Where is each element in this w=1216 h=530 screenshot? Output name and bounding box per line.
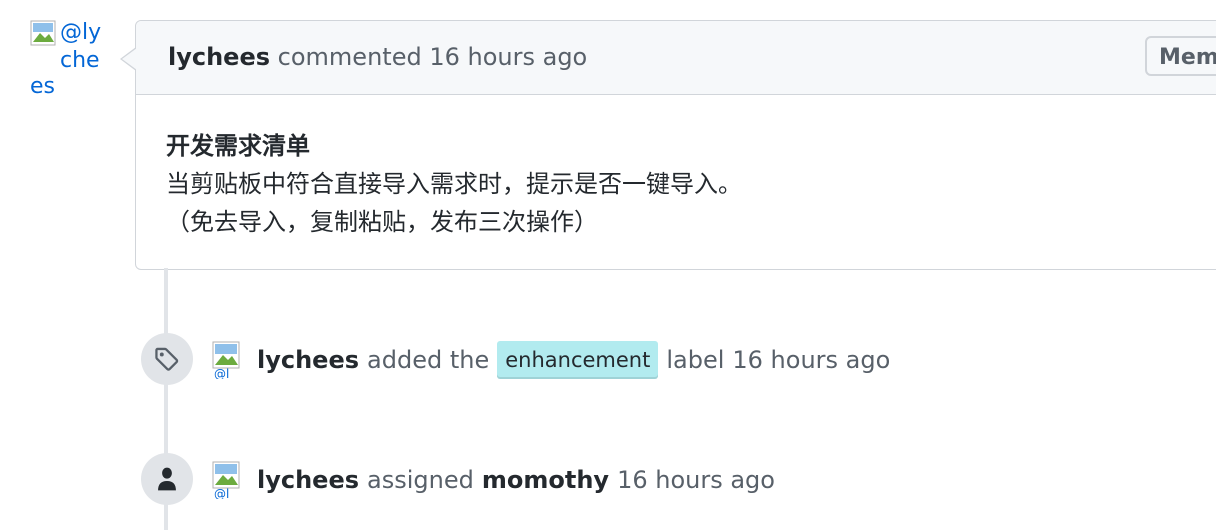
label-event-badge [141,333,193,385]
event-timestamp[interactable]: 16 hours ago [732,346,890,374]
assign-event-badge [141,453,193,505]
tag-icon [155,347,179,371]
person-icon [158,467,176,491]
event-actor-link[interactable]: lychees [257,466,359,494]
comment-body: 开发需求清单 当剪贴板中符合直接导入需求时，提示是否一键导入。 （免去导入，复制… [136,95,1216,241]
svg-text:@l: @l [214,367,229,379]
comment-action: commented [277,43,422,71]
issue-timeline: @ly che es lychees commented 16 hours ag… [0,0,1216,530]
comment-header: lychees commented 16 hours ago Member [120,21,1216,95]
comment-body-line-1: 当剪贴板中符合直接导入需求时，提示是否一键导入。 [166,170,742,198]
svg-text:@l: @l [214,487,229,499]
comment-header-text: lychees commented 16 hours ago [168,43,587,71]
event-actor-avatar[interactable]: @l [212,341,242,379]
broken-image-icon: @l [212,461,240,499]
assign-event: @l lychees assigned momothy 16 hours ago [212,458,775,502]
comment-body-title: 开发需求清单 [166,132,310,160]
broken-image-icon [30,20,58,48]
event-actor-link[interactable]: lychees [257,346,359,374]
avatar-alt-line-2: che [60,48,100,73]
event-text-before: assigned [367,466,474,494]
comment-timestamp[interactable]: 16 hours ago [429,43,587,71]
event-actor-avatar[interactable]: @l [212,461,242,499]
event-timestamp[interactable]: 16 hours ago [617,466,775,494]
comment-body-line-2: （免去导入，复制粘贴，发布三次操作） [166,208,598,236]
comment-box: lychees commented 16 hours ago Member 开发… [120,20,1216,270]
comment-author-avatar[interactable]: @ly che es [30,20,110,100]
broken-image-icon: @l [212,341,240,379]
label-chip-enhancement[interactable]: enhancement [497,341,659,379]
author-role-badge: Member [1145,36,1216,76]
avatar-alt-line-3: es [30,74,55,99]
avatar-alt-line-1: @ly [30,20,110,48]
comment-author-link[interactable]: lychees [168,43,270,71]
label-event: @l lychees added the enhancement label 1… [212,338,890,382]
event-text-after: label [666,346,725,374]
event-text-before: added the [367,346,490,374]
assignee-link[interactable]: momothy [482,466,609,494]
